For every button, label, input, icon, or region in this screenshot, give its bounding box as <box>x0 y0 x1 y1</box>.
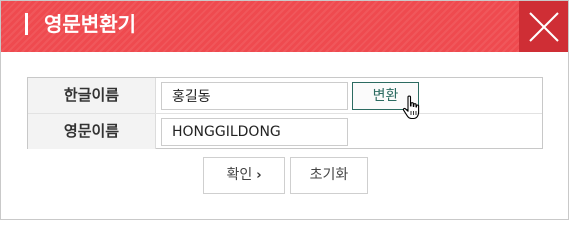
english-name-row: 영문이름 <box>28 113 542 149</box>
korean-name-row: 한글이름 변환 <box>28 78 542 113</box>
korean-name-label: 한글이름 <box>28 78 156 113</box>
english-converter-dialog: 영문변환기 한글이름 변환 영문이름 확인› 초기화 <box>0 0 569 220</box>
close-icon <box>529 12 559 42</box>
korean-name-input[interactable] <box>161 82 348 110</box>
title-accent-bar <box>25 13 28 35</box>
reset-button[interactable]: 초기화 <box>290 157 368 194</box>
dialog-title: 영문변환기 <box>44 12 136 36</box>
chevron-right-icon: › <box>256 168 262 183</box>
title-bar: 영문변환기 <box>1 1 568 52</box>
name-form-table: 한글이름 변환 영문이름 <box>27 77 543 149</box>
confirm-button-label: 확인 <box>226 167 253 183</box>
english-name-input[interactable] <box>161 118 348 146</box>
hand-pointer-cursor-icon <box>402 95 420 120</box>
confirm-button[interactable]: 확인 › <box>203 157 285 194</box>
close-button[interactable] <box>519 1 568 52</box>
english-name-label: 영문이름 <box>28 114 156 149</box>
